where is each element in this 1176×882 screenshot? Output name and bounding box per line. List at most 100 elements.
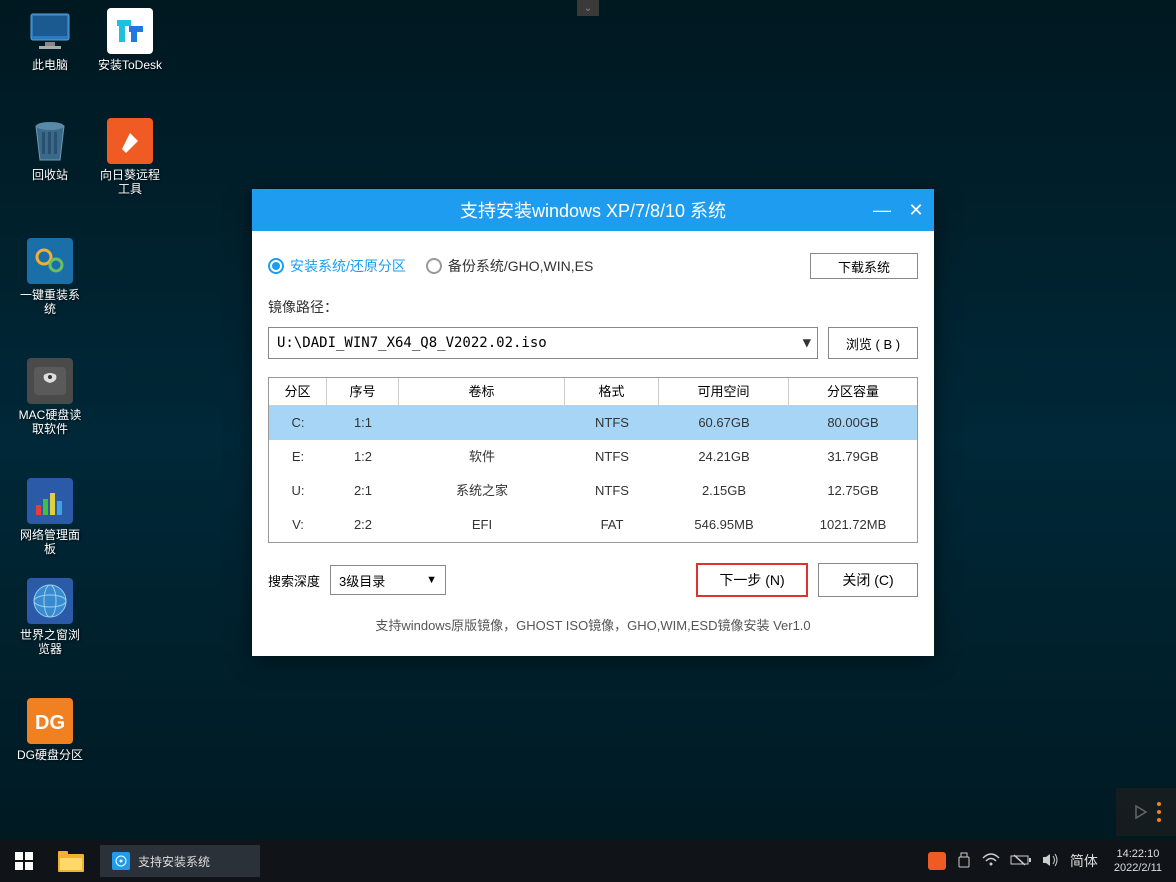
- close-icon[interactable]: ✕: [906, 200, 926, 221]
- desktop-icon-label: 回收站: [15, 168, 85, 182]
- cell-label: 系统之家: [399, 474, 565, 508]
- desktop-icon-label: 安装ToDesk: [95, 58, 165, 72]
- radio-backup[interactable]: 备份系统/GHO,WIN,ES: [426, 256, 593, 276]
- path-input[interactable]: U:\DADI_WIN7_X64_Q8_V2022.02.iso ▼: [268, 327, 818, 359]
- cell-total: 31.79GB: [789, 440, 917, 474]
- partition-table: 分区 序号 卷标 格式 可用空间 分区容量 C:1:1 NTFS60.67GB80…: [268, 377, 918, 543]
- cell-format: FAT: [565, 508, 659, 542]
- dg-icon: DG: [27, 698, 73, 744]
- cell-free: 24.21GB: [659, 440, 789, 474]
- radio-backup-label: 备份系统/GHO,WIN,ES: [448, 256, 593, 276]
- th-number[interactable]: 序号: [327, 378, 399, 405]
- cancel-button[interactable]: 关闭 (C): [818, 563, 918, 597]
- gear-icon: [112, 852, 130, 870]
- radio-unchecked-icon: [426, 258, 442, 274]
- minimize-button[interactable]: —: [872, 200, 892, 221]
- chevron-down-icon[interactable]: ▼: [803, 335, 811, 351]
- clock-date: 2022/2/11: [1114, 861, 1162, 875]
- taskbar-app-installer[interactable]: 支持安装系统: [100, 845, 260, 877]
- radio-install-label: 安装系统/还原分区: [290, 256, 406, 276]
- taskbar: 支持安装系统 简体 14:22:10 2022/2/11: [0, 840, 1176, 882]
- cell-num: 2:2: [327, 508, 399, 542]
- desktop-icon-browser[interactable]: 世界之窗浏览器: [15, 578, 85, 656]
- desktop-icon-this-pc[interactable]: 此电脑: [15, 8, 85, 72]
- this-pc-icon: [27, 8, 73, 54]
- th-free[interactable]: 可用空间: [659, 378, 789, 405]
- dialog-titlebar[interactable]: 支持安装windows XP/7/8/10 系统 — ✕: [252, 189, 934, 231]
- desktop-icon-mac-disk[interactable]: MAC硬盘读取软件: [15, 358, 85, 436]
- cell-format: NTFS: [565, 440, 659, 474]
- depth-value: 3级目录: [339, 571, 385, 590]
- recycle-icon: [27, 118, 73, 164]
- cell-free: 2.15GB: [659, 474, 789, 508]
- desktop-icon-onekey[interactable]: 一键重装系统: [15, 238, 85, 316]
- desktop-icon-label: 此电脑: [15, 58, 85, 72]
- search-depth-label: 搜索深度: [268, 571, 320, 590]
- radio-checked-icon: [268, 258, 284, 274]
- cell-drive: C:: [269, 406, 327, 440]
- cell-drive: E:: [269, 440, 327, 474]
- th-label[interactable]: 卷标: [399, 378, 565, 405]
- desktop-icon-label: 一键重装系统: [15, 288, 85, 316]
- cell-free: 60.67GB: [659, 406, 789, 440]
- cell-total: 1021.72MB: [789, 508, 917, 542]
- svg-text:DG: DG: [35, 712, 65, 734]
- cell-format: NTFS: [565, 406, 659, 440]
- cell-label: EFI: [399, 508, 565, 542]
- cell-format: NTFS: [565, 474, 659, 508]
- desktop-icon-label: MAC硬盘读取软件: [15, 408, 85, 436]
- desktop-icon-netmgr[interactable]: 网络管理面板: [15, 478, 85, 556]
- wifi-icon[interactable]: [982, 852, 1000, 871]
- netmgr-icon: [27, 478, 73, 524]
- cell-num: 2:1: [327, 474, 399, 508]
- desktop-icon-label: DG硬盘分区: [15, 748, 85, 762]
- dialog-title: 支持安装windows XP/7/8/10 系统: [460, 197, 726, 223]
- cell-total: 80.00GB: [789, 406, 917, 440]
- radio-install[interactable]: 安装系统/还原分区: [268, 256, 406, 276]
- path-label: 镜像路径：: [268, 297, 918, 317]
- th-partition[interactable]: 分区: [269, 378, 327, 405]
- usb-icon[interactable]: [956, 852, 972, 871]
- table-header: 分区 序号 卷标 格式 可用空间 分区容量: [269, 378, 917, 406]
- table-row[interactable]: E:1:2软件NTFS24.21GB31.79GB: [269, 440, 917, 474]
- start-button[interactable]: [0, 840, 48, 882]
- cell-drive: V:: [269, 508, 327, 542]
- search-depth-select[interactable]: 3级目录 ▼: [330, 565, 446, 595]
- table-row[interactable]: C:1:1 NTFS60.67GB80.00GB: [269, 406, 917, 440]
- table-row[interactable]: V:2:2EFIFAT546.95MB1021.72MB: [269, 508, 917, 542]
- desktop-icon-dg[interactable]: DG DG硬盘分区: [15, 698, 85, 762]
- sunflower-icon: [107, 118, 153, 164]
- browser-icon: [27, 578, 73, 624]
- next-button[interactable]: 下一步 (N): [696, 563, 808, 597]
- installer-dialog: 支持安装windows XP/7/8/10 系统 — ✕ 安装系统/还原分区 备…: [252, 189, 934, 656]
- th-total[interactable]: 分区容量: [789, 378, 917, 405]
- table-row[interactable]: U:2:1系统之家NTFS2.15GB12.75GB: [269, 474, 917, 508]
- tray-widget[interactable]: [1116, 788, 1176, 836]
- desktop-icon-recycle[interactable]: 回收站: [15, 118, 85, 182]
- chevron-down-icon: ▼: [426, 574, 437, 586]
- explorer-button[interactable]: [48, 840, 94, 882]
- battery-icon[interactable]: [1010, 853, 1032, 870]
- cell-drive: U:: [269, 474, 327, 508]
- download-button[interactable]: 下载系统: [810, 253, 918, 279]
- cell-label: [399, 406, 565, 440]
- dialog-footer: 支持windows原版镜像，GHOST ISO镜像，GHO,WIM,ESD镜像安…: [268, 611, 918, 646]
- cell-label: 软件: [399, 440, 565, 474]
- ime-indicator[interactable]: 简体: [1070, 851, 1098, 871]
- clock[interactable]: 14:22:10 2022/2/11: [1108, 847, 1168, 875]
- cell-total: 12.75GB: [789, 474, 917, 508]
- tray-app-icon[interactable]: [928, 852, 946, 870]
- desktop-icon-label: 世界之窗浏览器: [15, 628, 85, 656]
- browse-button[interactable]: 浏览 ( B ): [828, 327, 918, 359]
- desktop-icon-label: 向日葵远程工具: [95, 168, 165, 196]
- desktop-icon-sunflower[interactable]: 向日葵远程工具: [95, 118, 165, 196]
- mac-disk-icon: [27, 358, 73, 404]
- desktop-icon-todesk[interactable]: 安装ToDesk: [95, 8, 165, 72]
- clock-time: 14:22:10: [1114, 847, 1162, 861]
- cell-num: 1:2: [327, 440, 399, 474]
- cell-num: 1:1: [327, 406, 399, 440]
- speaker-icon[interactable]: [1042, 852, 1060, 871]
- taskbar-app-label: 支持安装系统: [138, 853, 210, 870]
- th-format[interactable]: 格式: [565, 378, 659, 405]
- cell-free: 546.95MB: [659, 508, 789, 542]
